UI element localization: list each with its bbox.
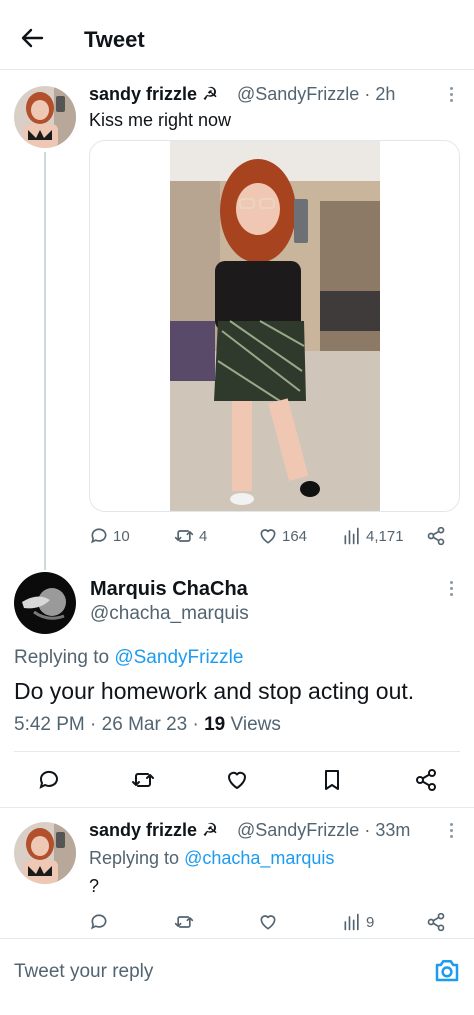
- views-button[interactable]: 4,171: [342, 526, 404, 546]
- camera-icon[interactable]: [432, 955, 462, 985]
- views-count: 9: [366, 913, 375, 931]
- top-bar: Tweet: [0, 0, 474, 70]
- share-button[interactable]: [426, 526, 446, 546]
- retweet-icon: [174, 916, 194, 928]
- tweet-photo[interactable]: [170, 141, 380, 511]
- like-button[interactable]: 164: [258, 526, 307, 546]
- replying-to-link[interactable]: @SandyFrizzle: [114, 647, 243, 668]
- views-button[interactable]: 9: [342, 912, 374, 932]
- author-handle: @chacha_marquis: [90, 603, 249, 624]
- bookmark-icon: [325, 770, 339, 790]
- heart-icon: [260, 915, 276, 930]
- retweet-icon: [132, 773, 154, 787]
- share-icon: [427, 912, 445, 932]
- tweet-time: 2h: [375, 84, 396, 104]
- tweet-text: Kiss me right now: [89, 110, 232, 130]
- retweet-count: 4: [199, 527, 208, 545]
- more-options-icon[interactable]: [444, 820, 458, 842]
- reply-count: 10: [113, 527, 130, 545]
- bookmark-button[interactable]: [320, 768, 344, 792]
- share-icon: [416, 769, 436, 791]
- like-count: 164: [282, 527, 308, 545]
- reply-button[interactable]: [89, 912, 109, 932]
- retweet-button[interactable]: [173, 912, 195, 932]
- reply-button[interactable]: [37, 768, 61, 792]
- author-name[interactable]: sandy frizzle ☭: [89, 820, 218, 841]
- avatar-sandy[interactable]: [14, 822, 76, 884]
- back-arrow-icon[interactable]: [18, 24, 46, 52]
- views-count: 4,171: [366, 527, 404, 545]
- like-button[interactable]: [225, 768, 249, 792]
- reply-icon: [91, 528, 107, 544]
- reply-icon: [91, 914, 107, 930]
- divider: [0, 807, 474, 808]
- tweet-time: 5:42 PM: [14, 714, 85, 735]
- retweet-button[interactable]: [130, 768, 156, 792]
- page-title: Tweet: [84, 27, 145, 52]
- reply-button[interactable]: 10: [89, 526, 130, 546]
- retweet-button[interactable]: 4: [173, 526, 207, 546]
- tweet-text: ?: [89, 876, 100, 896]
- reply-composer: [0, 938, 474, 1015]
- replying-to-link[interactable]: @chacha_marquis: [184, 848, 334, 868]
- author-handle: @SandyFrizzle · 33m: [237, 820, 411, 840]
- avatar-sandy[interactable]: [14, 86, 76, 148]
- heart-icon: [260, 529, 276, 544]
- reply-input[interactable]: [14, 957, 414, 987]
- thread-connector-line: [44, 152, 46, 570]
- media-card: [89, 140, 460, 512]
- author-name[interactable]: Marquis ChaCha: [90, 578, 248, 601]
- tweet-meta: 5:42 PM · 26 Mar 23 · 19 Views: [14, 714, 281, 735]
- retweet-icon: [174, 530, 194, 542]
- tweet-text: Do your homework and stop acting out.: [14, 678, 415, 704]
- author-handle: @SandyFrizzle · 2h: [237, 84, 396, 104]
- share-button[interactable]: [414, 768, 438, 792]
- heart-icon: [228, 771, 246, 789]
- author-name[interactable]: sandy frizzle ☭: [89, 84, 218, 105]
- divider: [14, 751, 460, 752]
- replying-to-line: Replying to @chacha_marquis: [89, 848, 335, 868]
- avatar-marquis[interactable]: [14, 572, 76, 634]
- more-options-icon[interactable]: [444, 578, 458, 600]
- more-options-icon[interactable]: [444, 84, 458, 106]
- reply-icon: [39, 770, 58, 789]
- share-icon: [427, 526, 445, 546]
- replying-to-line: Replying to @SandyFrizzle: [14, 647, 244, 668]
- views-bar-icon: [344, 527, 359, 545]
- tweet-time: 33m: [375, 820, 411, 840]
- like-button[interactable]: [258, 912, 278, 932]
- views-count: 19: [204, 714, 226, 735]
- tweet-date: 26 Mar 23: [101, 714, 188, 735]
- views-bar-icon: [344, 913, 359, 931]
- share-button[interactable]: [426, 912, 446, 932]
